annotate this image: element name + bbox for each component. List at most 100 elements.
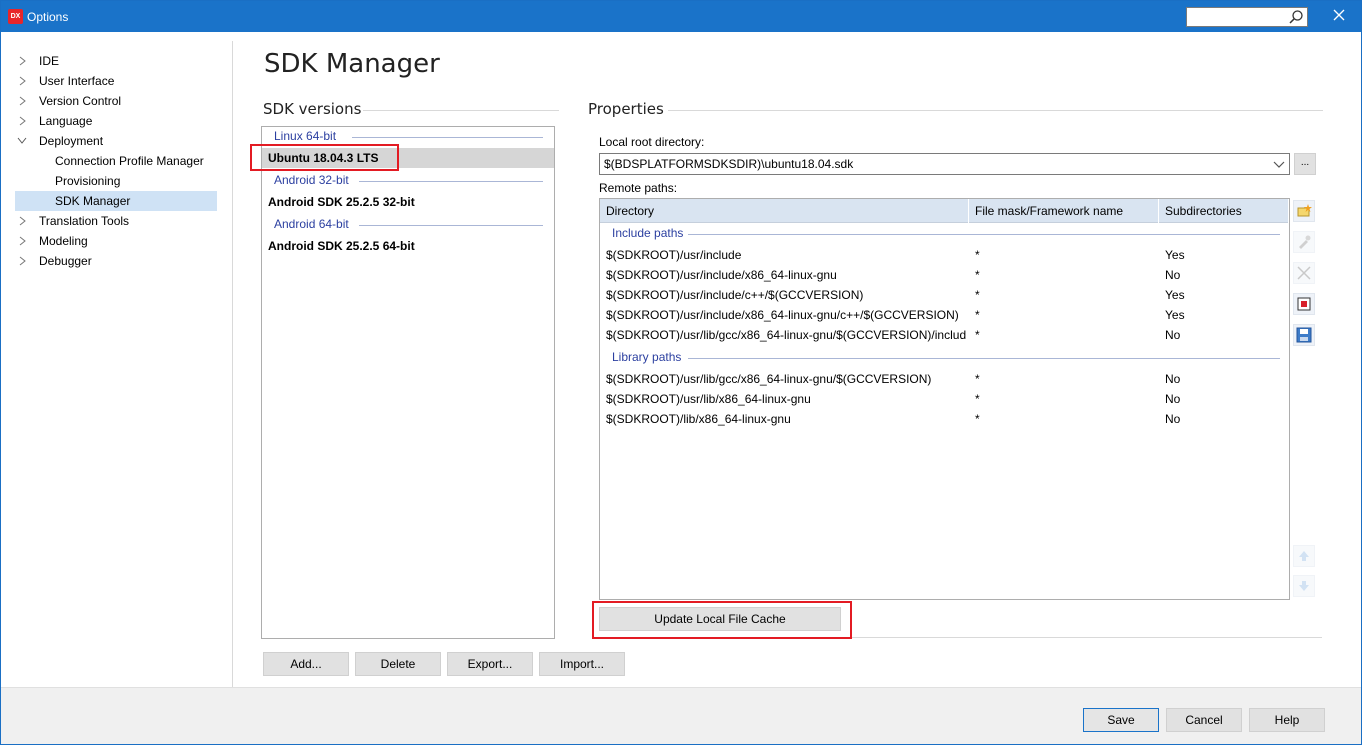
tree-item-debugger[interactable]: Debugger [1,251,231,271]
column-header-subdirectories[interactable]: Subdirectories [1159,199,1289,223]
tree-item-deployment[interactable]: Deployment [1,131,231,151]
sdk-group-label: Android 64-bit [274,217,349,231]
table-cell: * [975,412,980,426]
tree-item-label: Language [39,114,93,128]
table-cell: * [975,268,980,282]
help-button[interactable]: Help [1249,708,1325,732]
table-cell: No [1165,268,1181,282]
column-header-directory[interactable]: Directory [600,199,969,223]
tree-item-connection-profile-manager[interactable]: Connection Profile Manager [1,151,231,171]
grid-header: Directory File mask/Framework name Subdi… [600,199,1289,223]
table-row[interactable]: $(SDKROOT)/usr/include/c++/$(GCCVERSION) [606,285,863,305]
title-bar: DX Options [1,1,1361,32]
chevron-right-icon[interactable] [19,96,27,106]
tree-item-label: User Interface [39,74,115,88]
tree-item-provisioning[interactable]: Provisioning [1,171,231,191]
delete-path-icon[interactable] [1293,262,1315,284]
highlight-annotation [250,144,399,171]
tree-item-language[interactable]: Language [1,111,231,131]
properties-divider [668,110,1323,111]
sdk-versions-divider [363,110,559,111]
sdk-item-android-64[interactable]: Android SDK 25.2.5 64-bit [262,236,554,256]
cancel-button[interactable]: Cancel [1166,708,1242,732]
sdk-group-label: Android 32-bit [274,173,349,187]
chevron-right-icon[interactable] [19,76,27,86]
delete-button[interactable]: Delete [355,652,441,676]
tree-item-version-control[interactable]: Version Control [1,91,231,111]
add-path-icon[interactable] [1293,200,1315,222]
tree-item-sdk-manager[interactable]: SDK Manager [15,191,217,211]
table-cell: * [975,328,980,342]
column-header-file-mask[interactable]: File mask/Framework name [969,199,1159,223]
chevron-right-icon[interactable] [19,236,27,246]
properties-title: Properties [588,100,664,118]
sdk-versions-title: SDK versions [263,100,362,118]
highlight-annotation [592,601,852,639]
table-row[interactable]: $(SDKROOT)/usr/include/x86_64-linux-gnu/… [606,305,959,325]
move-down-icon[interactable] [1293,575,1315,597]
edit-path-icon[interactable] [1293,231,1315,253]
tree-item-user-interface[interactable]: User Interface [1,71,231,91]
table-cell: Yes [1165,308,1185,322]
local-root-combo[interactable]: $(BDSPLATFORMSDKSDIR)\ubuntu18.04.sdk [599,153,1290,175]
save-icon[interactable] [1293,324,1315,346]
app-logo-icon: DX [8,9,23,24]
table-cell: No [1165,372,1181,386]
table-cell: Yes [1165,248,1185,262]
table-row[interactable]: $(SDKROOT)/usr/include [606,245,741,265]
local-root-value: $(BDSPLATFORMSDKSDIR)\ubuntu18.04.sdk [604,157,854,171]
table-row[interactable]: $(SDKROOT)/usr/lib/x86_64-linux-gnu [606,389,811,409]
import-button[interactable]: Import... [539,652,625,676]
search-input[interactable] [1186,7,1308,27]
table-cell: * [975,392,980,406]
tree-divider [232,41,233,687]
chevron-right-icon[interactable] [19,256,27,266]
table-cell: * [975,308,980,322]
chevron-right-icon[interactable] [19,56,27,66]
sdk-item-android-32[interactable]: Android SDK 25.2.5 32-bit [262,192,554,212]
chevron-right-icon[interactable] [19,216,27,226]
group-divider [688,234,1280,235]
add-button[interactable]: Add... [263,652,349,676]
sdk-group-divider [359,181,543,182]
tree-item-label: Deployment [39,134,104,148]
tree-item-modeling[interactable]: Modeling [1,231,231,251]
tree-item-label: Debugger [39,254,92,268]
table-row[interactable]: $(SDKROOT)/lib/x86_64-linux-gnu [606,409,791,429]
tree-item-label: Translation Tools [39,214,130,228]
tree-item-translation-tools[interactable]: Translation Tools [1,211,231,231]
tree-item-label: SDK Manager [55,194,131,208]
window-title: Options [27,10,69,24]
stop-icon[interactable] [1293,293,1315,315]
sdk-list[interactable]: Linux 64-bit Ubuntu 18.04.3 LTS Android … [261,126,555,639]
tree-item-label: Provisioning [55,174,121,188]
save-button[interactable]: Save [1083,708,1159,732]
library-paths-group: Library paths [612,350,682,364]
table-row[interactable]: $(SDKROOT)/usr/include/x86_64-linux-gnu [606,265,837,285]
chevron-down-icon[interactable] [1273,158,1285,170]
move-up-icon[interactable] [1293,545,1315,567]
table-row[interactable]: $(SDKROOT)/usr/lib/gcc/x86_64-linux-gnu/… [606,325,966,345]
table-row[interactable]: $(SDKROOT)/usr/lib/gcc/x86_64-linux-gnu/… [606,369,931,389]
properties-bottom-divider [852,637,1322,638]
browse-button[interactable]: ... [1294,153,1316,175]
export-button[interactable]: Export... [447,652,533,676]
options-window: DX Options IDE User Interface Version Co… [0,0,1362,745]
chevron-down-icon[interactable] [17,137,27,145]
tree-item-ide[interactable]: IDE [1,51,231,71]
tree-item-label: IDE [39,54,60,68]
table-cell: * [975,288,980,302]
table-cell: Yes [1165,288,1185,302]
table-cell: No [1165,392,1181,406]
search-icon[interactable] [1288,9,1304,25]
page-title: SDK Manager [264,49,440,79]
include-paths-group: Include paths [612,226,684,240]
sdk-group-label: Linux 64-bit [274,129,337,143]
remote-paths-label: Remote paths: [599,181,678,195]
sdk-group-divider [352,137,543,138]
remote-paths-grid[interactable]: Directory File mask/Framework name Subdi… [599,198,1290,600]
table-cell: No [1165,328,1181,342]
close-icon[interactable] [1329,7,1349,27]
table-cell: No [1165,412,1181,426]
chevron-right-icon[interactable] [19,116,27,126]
